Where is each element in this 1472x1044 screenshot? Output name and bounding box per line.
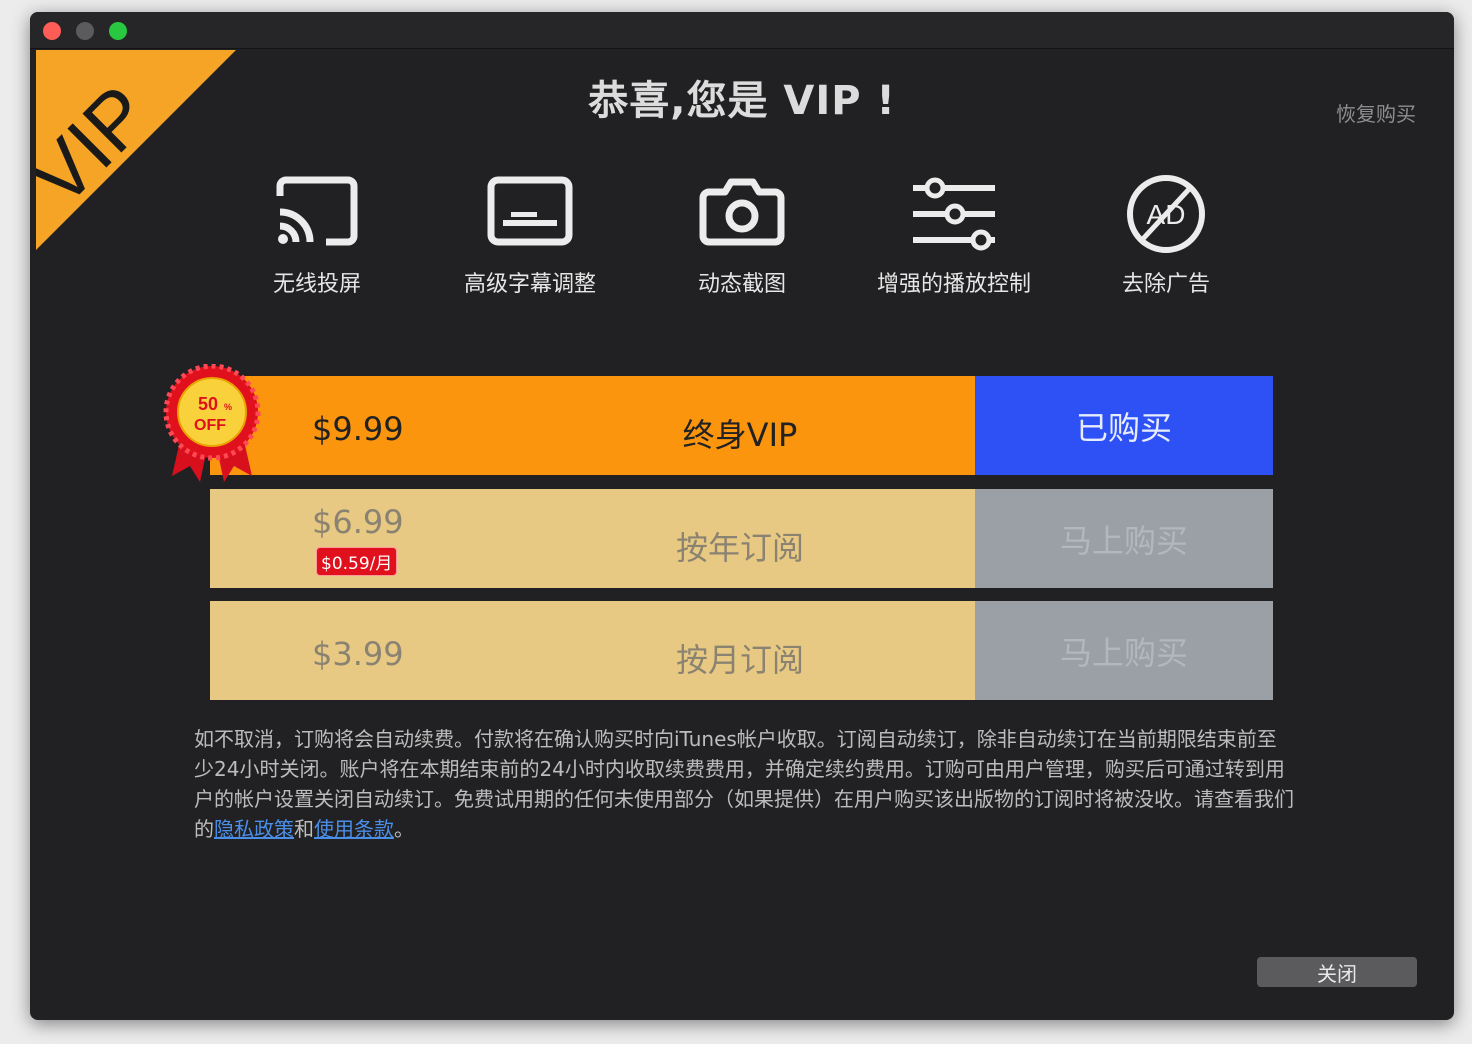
buy-now-button[interactable]: 马上购买 xyxy=(975,489,1273,588)
feature-label: 去除广告 xyxy=(1121,272,1210,297)
feature-cast: 无线投屏 xyxy=(207,174,427,298)
badge-off-label: OFF xyxy=(194,417,226,434)
feature-label: 动态截图 xyxy=(697,272,786,297)
restore-purchase-link[interactable]: 恢复购买 xyxy=(1336,98,1416,127)
plan-price: $6.99 xyxy=(312,503,404,541)
maximize-window-button[interactable] xyxy=(109,22,127,40)
plan-lifetime: $9.99 终身VIP 已购买 xyxy=(210,376,1273,475)
plan-info: $9.99 终身VIP xyxy=(210,376,975,475)
subtitles-icon xyxy=(487,176,573,246)
feature-label: 无线投屏 xyxy=(272,272,361,297)
buy-now-button[interactable]: 马上购买 xyxy=(975,601,1273,700)
feature-screenshot: 动态截图 xyxy=(632,174,852,298)
sliders-icon xyxy=(913,177,995,251)
purchased-button[interactable]: 已购买 xyxy=(975,376,1273,475)
close-window-button[interactable] xyxy=(43,22,61,40)
ad-icon-text: AD xyxy=(1147,199,1186,230)
per-month-price-badge: $0.59/月 xyxy=(316,547,398,576)
discount-badge: 50 % OFF xyxy=(163,364,261,482)
feature-label: 增强的播放控制 xyxy=(876,272,1031,297)
plan-info: $6.99 $0.59/月 按年订阅 xyxy=(210,489,975,588)
camera-icon xyxy=(699,178,785,246)
minimize-window-button[interactable] xyxy=(76,22,94,40)
no-ads-icon: AD xyxy=(1127,175,1205,253)
terms-and: 和 xyxy=(294,817,314,841)
cast-icon xyxy=(276,176,358,246)
plan-name: 按月订阅 xyxy=(675,641,804,679)
plan-info: $3.99 按月订阅 xyxy=(210,601,975,700)
vip-window: VIP 恭喜,您是 VIP ! 恢复购买 无线投屏 高级字幕调整 动态截图 增强… xyxy=(30,12,1454,1020)
feature-no-ads: AD 去除广告 xyxy=(1056,174,1276,298)
privacy-policy-link[interactable]: 隐私政策 xyxy=(214,817,294,841)
terms-end: 。 xyxy=(394,817,414,841)
terms-text: 如不取消，订购将会自动续费。付款将在确认购买时向iTunes帐户收取。订阅自动续… xyxy=(194,724,1294,844)
plan-yearly: $6.99 $0.59/月 按年订阅 马上购买 xyxy=(210,489,1273,588)
feature-subtitles: 高级字幕调整 xyxy=(420,174,640,298)
feature-label: 高级字幕调整 xyxy=(463,272,596,297)
feature-playback: 增强的播放控制 xyxy=(844,174,1064,298)
close-button[interactable]: 关闭 xyxy=(1257,957,1417,987)
plan-monthly: $3.99 按月订阅 马上购买 xyxy=(210,601,1273,700)
badge-percent-sign: % xyxy=(224,402,232,412)
terms-of-use-link[interactable]: 使用条款 xyxy=(314,817,394,841)
page-title: 恭喜,您是 VIP ! xyxy=(588,78,896,124)
plan-name: 终身VIP xyxy=(682,416,798,454)
plan-price: $3.99 xyxy=(312,635,404,673)
title-bar xyxy=(30,12,1454,49)
badge-percent-number: 50 xyxy=(198,394,218,414)
plan-name: 按年订阅 xyxy=(675,529,804,567)
plan-price: $9.99 xyxy=(312,410,404,448)
